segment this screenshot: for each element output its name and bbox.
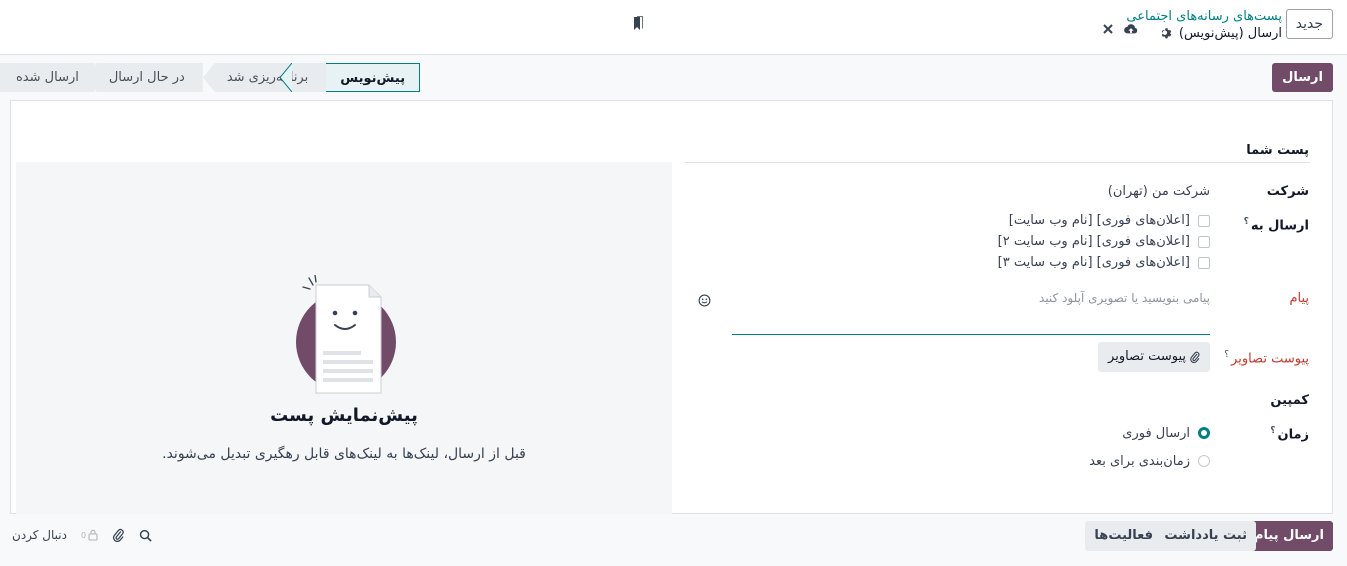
account-item[interactable]: [اعلان‌های فوری] [نام وب سایت] <box>998 210 1210 231</box>
message-label: پیام <box>1289 291 1309 306</box>
emoji-icon[interactable] <box>698 294 711 307</box>
followers-count: 0 <box>80 530 87 540</box>
paperclip-icon[interactable] <box>112 528 125 542</box>
stage-posting[interactable]: در حال ارسال <box>84 63 203 92</box>
account-checkbox[interactable] <box>1198 256 1210 269</box>
account-label: [اعلان‌های فوری] [نام وب سایت] <box>1008 213 1190 228</box>
stage-scheduled[interactable]: برنامه‌ریزی شد <box>202 63 327 92</box>
company-label: شرکت <box>1266 184 1309 199</box>
gear-icon[interactable] <box>1159 27 1173 41</box>
stage-posting-label: در حال ارسال <box>108 70 185 85</box>
stage-scheduled-label: برنامه‌ریزی شد <box>226 70 309 85</box>
discard-icon[interactable] <box>1101 22 1115 36</box>
bookmark-icon[interactable] <box>632 16 644 32</box>
stage-draft-label: پیش‌نویس <box>340 71 406 86</box>
preview-illustration <box>296 275 396 394</box>
radio-later[interactable] <box>1198 455 1210 467</box>
paperclip-icon <box>1190 351 1200 363</box>
cloud-upload-icon[interactable] <box>1124 22 1138 36</box>
when-option-now-label: ارسال فوری <box>1122 425 1190 441</box>
account-label: [اعلان‌های فوری] [نام وب سایت ۳] <box>997 255 1190 270</box>
new-button[interactable]: جدید <box>1285 9 1333 39</box>
section-title: پست شما <box>685 143 1310 163</box>
preview-title: پیش‌نمایش پست <box>270 405 418 426</box>
account-item[interactable]: [اعلان‌های فوری] [نام وب سایت ۲] <box>998 231 1210 252</box>
when-option-later-label: زمان‌بندی برای بعد <box>1089 453 1190 469</box>
activities-button[interactable]: فعالیت‌ها <box>1085 521 1162 551</box>
account-checkbox[interactable] <box>1198 235 1210 248</box>
send-button[interactable]: ارسال <box>1272 63 1333 92</box>
stage-posted-label: ارسال شده <box>16 70 79 85</box>
stage-posted[interactable]: ارسال شده <box>0 63 95 92</box>
form-sheet: پیش‌نمایش پست قبل از ارسال، لینک‌ها به ل… <box>10 100 1333 514</box>
post-to-label-text: ارسال به <box>1250 218 1309 234</box>
lock-icon <box>88 529 98 541</box>
stage-active-arrow <box>280 63 292 92</box>
images-label-text: پیوست تصاویر <box>1231 351 1309 367</box>
post-form: پست شما شرکت شرکت من (تهران) ارسال به؟ [… <box>685 143 1310 469</box>
chatter: ارسال پیام ثبت یادداشت فعالیت‌ها 0 دنبال… <box>0 514 1347 566</box>
accounts-list: [اعلان‌های فوری] [نام وب سایت] [اعلان‌ها… <box>998 210 1210 273</box>
attach-images-button[interactable]: پیوست تصاویر <box>1098 342 1210 372</box>
campaign-label: کمپین <box>1270 393 1309 408</box>
when-option-now[interactable]: ارسال فوری <box>1089 421 1210 445</box>
log-note-button[interactable]: ثبت یادداشت <box>1155 521 1256 551</box>
action-bar: ارسال پیش‌نویس برنامه‌ریزی شد در حال ارس… <box>0 55 1347 100</box>
when-label-text: زمان <box>1277 427 1309 443</box>
company-field[interactable]: شرکت من (تهران) <box>1108 184 1210 199</box>
follow-button[interactable]: دنبال کردن <box>12 528 67 542</box>
account-checkbox[interactable] <box>1198 214 1210 227</box>
message-input[interactable]: پیامی بنویسید یا تصویری آپلود کنید <box>698 291 1210 335</box>
breadcrumb-current: ارسال (پیش‌نویس) <box>1178 26 1282 41</box>
preview-subtitle: قبل از ارسال، لینک‌ها به لینک‌های قابل ر… <box>162 446 526 462</box>
search-icon[interactable] <box>139 529 152 542</box>
post-preview-panel: پیش‌نمایش پست قبل از ارسال، لینک‌ها به ل… <box>16 162 672 514</box>
breadcrumb-parent-link[interactable]: پست‌های رسانه‌های اجتماعی <box>1126 9 1282 25</box>
when-option-later[interactable]: زمان‌بندی برای بعد <box>1089 449 1210 473</box>
account-item[interactable]: [اعلان‌های فوری] [نام وب سایت ۳] <box>998 252 1210 273</box>
send-message-button[interactable]: ارسال پیام <box>1244 521 1333 551</box>
message-placeholder: پیامی بنویسید یا تصویری آپلود کنید <box>1039 291 1210 305</box>
followers-button[interactable]: 0 <box>81 529 98 541</box>
help-icon[interactable]: ؟ <box>1244 217 1249 227</box>
breadcrumb: پست‌های رسانه‌های اجتماعی ارسال (پیش‌نوی… <box>1126 9 1282 43</box>
when-options: ارسال فوری زمان‌بندی برای بعد <box>1089 421 1210 473</box>
help-icon[interactable]: ؟ <box>1224 350 1229 360</box>
radio-now[interactable] <box>1198 427 1210 439</box>
chatter-topbar-icons: 0 دنبال کردن <box>12 528 152 542</box>
status-bar: پیش‌نویس برنامه‌ریزی شد در حال ارسال ارس… <box>0 63 421 92</box>
help-icon[interactable]: ؟ <box>1270 426 1275 436</box>
control-panel: جدید پست‌های رسانه‌های اجتماعی ارسال (پی… <box>0 0 1347 55</box>
account-label: [اعلان‌های فوری] [نام وب سایت ۲] <box>997 234 1190 249</box>
images-label: پیوست تصاویر؟ <box>1224 350 1309 366</box>
when-label: زمان؟ <box>1270 426 1309 442</box>
stage-draft[interactable]: پیش‌نویس <box>325 63 421 92</box>
attach-images-label: پیوست تصاویر <box>1108 349 1186 364</box>
post-to-label: ارسال به؟ <box>1244 217 1309 233</box>
